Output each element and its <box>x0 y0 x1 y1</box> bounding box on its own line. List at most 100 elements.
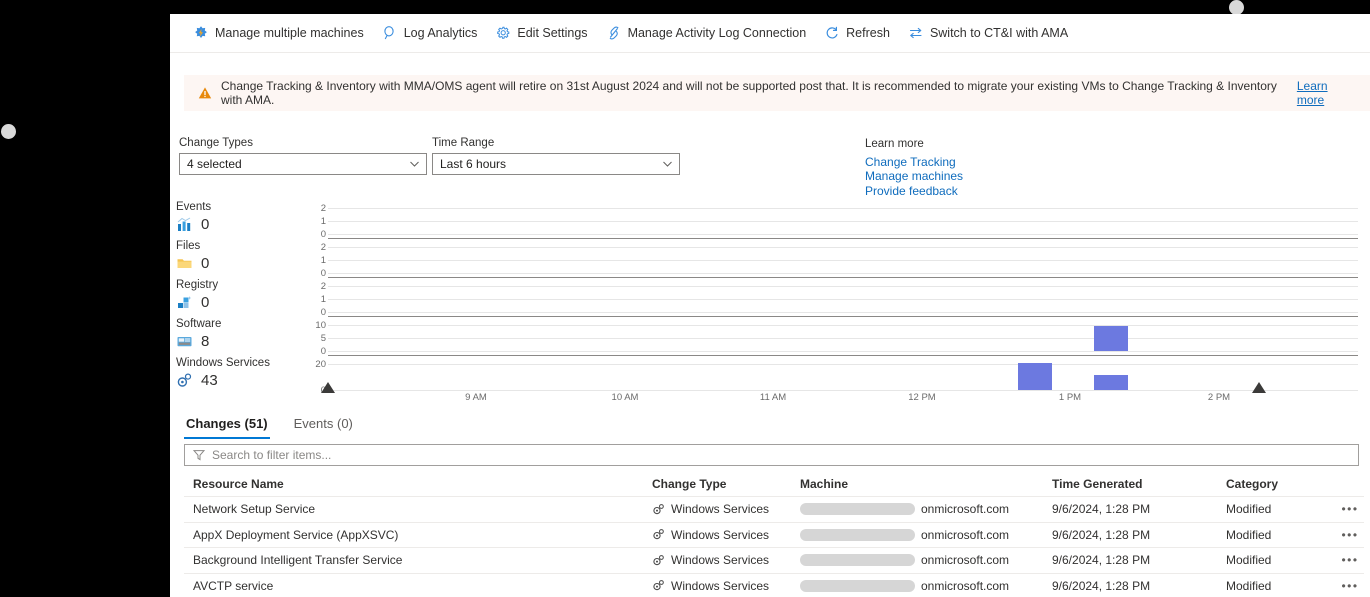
y-tick: 2 <box>320 242 326 253</box>
change-summary-chart: Events 0 Files 0 Registry 0 Software 8 W… <box>170 200 1370 405</box>
range-selector-end-handle[interactable] <box>1252 382 1266 393</box>
edit-settings-button[interactable]: Edit Settings <box>486 19 596 47</box>
link-manage-machines[interactable]: Manage machines <box>865 169 963 183</box>
row-actions-button[interactable]: ••• <box>1336 579 1364 593</box>
y-tick: 2 <box>320 281 326 292</box>
column-header-category[interactable]: Category <box>1226 477 1336 491</box>
banner-learn-more-link[interactable]: Learn more <box>1297 79 1356 107</box>
y-tick: 0 <box>320 346 326 357</box>
bar-windows-services-1305[interactable] <box>1094 375 1128 390</box>
cell-category: Modified <box>1226 527 1272 542</box>
time-range-label: Time Range <box>432 137 495 149</box>
cell-change-type-label: Windows Services <box>671 502 770 517</box>
redacted-machine-name <box>800 554 915 567</box>
cell-machine: onmicrosoft.com <box>800 502 1052 516</box>
cell-machine: onmicrosoft.com <box>800 553 1052 567</box>
results-tabs: Changes (51) Events (0) <box>184 412 355 439</box>
retirement-warning-banner: Change Tracking & Inventory with MMA/OMS… <box>184 75 1370 111</box>
x-tick: 1 PM <box>1058 392 1082 403</box>
switch-to-ctandi-label: Switch to CT&I with AMA <box>929 26 1069 40</box>
metric-registry-label: Registry <box>176 279 219 291</box>
metric-files[interactable]: Files 0 <box>176 239 296 272</box>
column-header-machine[interactable]: Machine <box>800 477 1052 491</box>
x-axis: 9 AM 10 AM 11 AM 12 PM 1 PM 2 PM <box>328 390 1358 405</box>
manage-activity-log-connection-button[interactable]: Manage Activity Log Connection <box>597 19 816 47</box>
change-types-dropdown[interactable]: 4 selected <box>179 153 427 175</box>
bar-software-1305[interactable] <box>1094 326 1128 351</box>
metric-registry-count: 0 <box>201 294 210 311</box>
change-tracking-panel: Manage multiple machines Log Analytics E… <box>170 14 1370 597</box>
left-resize-handle[interactable] <box>1 124 16 139</box>
registry-icon <box>176 294 193 311</box>
cell-time-generated: 9/6/2024, 1:28 PM <box>1052 527 1151 542</box>
filter-icon <box>193 449 205 461</box>
y-tick: 0 <box>320 268 326 279</box>
row-actions-button[interactable]: ••• <box>1336 528 1364 542</box>
cell-resource-name: AppX Deployment Service (AppXSVC) <box>193 527 399 542</box>
x-tick: 2 PM <box>1207 392 1231 403</box>
warning-icon <box>198 86 212 100</box>
table-row[interactable]: Network Setup Service Windows Services o… <box>184 497 1364 523</box>
refresh-button[interactable]: Refresh <box>815 19 899 47</box>
cell-category: Modified <box>1226 578 1272 593</box>
range-selector-start-handle[interactable] <box>321 382 335 393</box>
y-tick: 10 <box>315 320 326 331</box>
top-resize-handle[interactable] <box>1229 0 1244 15</box>
y-tick: 0 <box>320 307 326 318</box>
metric-software-label: Software <box>176 318 222 330</box>
metric-files-count: 0 <box>201 255 210 272</box>
metric-software[interactable]: Software 8 <box>176 317 296 350</box>
refresh-icon <box>824 25 840 41</box>
tab-events[interactable]: Events (0) <box>292 412 355 439</box>
cell-machine: onmicrosoft.com <box>800 528 1052 542</box>
services-icon <box>652 528 665 541</box>
redacted-machine-name <box>800 528 915 541</box>
link-change-tracking[interactable]: Change Tracking <box>865 155 963 169</box>
redacted-machine-name <box>800 579 915 592</box>
timeline-plot: 2 1 0 2 1 0 2 1 0 10 5 0 20 0 9 AM 10 AM… <box>290 200 1365 405</box>
cell-machine: onmicrosoft.com <box>800 579 1052 593</box>
manage-machines-icon <box>193 25 209 41</box>
metric-windows-services[interactable]: Windows Services 43 <box>176 356 296 389</box>
cell-resource-name: Network Setup Service <box>193 502 316 517</box>
time-range-dropdown[interactable]: Last 6 hours <box>432 153 680 175</box>
table-header-row: Resource Name Change Type Machine Time G… <box>184 472 1364 497</box>
link-icon <box>606 25 622 41</box>
table-row[interactable]: Background Intelligent Transfer Service … <box>184 548 1364 574</box>
table-row[interactable]: AVCTP service Windows Services onmicroso… <box>184 574 1364 597</box>
metric-registry[interactable]: Registry 0 <box>176 278 296 311</box>
cell-change-type: Windows Services <box>652 553 800 567</box>
log-analytics-label: Log Analytics <box>403 26 478 40</box>
x-tick: 12 PM <box>908 392 936 403</box>
cell-change-type: Windows Services <box>652 579 800 593</box>
manage-multiple-machines-button[interactable]: Manage multiple machines <box>184 19 373 47</box>
chevron-down-icon <box>662 159 673 170</box>
screen-root: Manage multiple machines Log Analytics E… <box>0 0 1370 597</box>
column-header-time-generated[interactable]: Time Generated <box>1052 477 1226 491</box>
log-analytics-button[interactable]: Log Analytics <box>373 19 487 47</box>
metric-events-count: 0 <box>201 216 210 233</box>
bar-windows-services-1250[interactable] <box>1018 363 1052 390</box>
search-placeholder: Search to filter items... <box>212 448 332 462</box>
y-tick: 1 <box>320 216 326 227</box>
metric-events[interactable]: Events 0 <box>176 200 296 233</box>
services-icon <box>652 579 665 592</box>
metric-files-label: Files <box>176 240 201 252</box>
x-tick: 9 AM <box>465 392 487 403</box>
cell-change-type-label: Windows Services <box>671 527 770 542</box>
tab-changes[interactable]: Changes (51) <box>184 412 270 439</box>
switch-to-ctandi-with-ama-button[interactable]: Switch to CT&I with AMA <box>899 19 1077 47</box>
row-actions-button[interactable]: ••• <box>1336 502 1364 516</box>
column-header-change-type[interactable]: Change Type <box>652 477 800 491</box>
column-header-resource-name[interactable]: Resource Name <box>184 477 652 491</box>
table-row[interactable]: AppX Deployment Service (AppXSVC) Window… <box>184 523 1364 548</box>
link-provide-feedback[interactable]: Provide feedback <box>865 184 963 198</box>
row-actions-button[interactable]: ••• <box>1336 553 1364 567</box>
x-tick: 10 AM <box>611 392 639 403</box>
x-tick: 11 AM <box>759 392 787 403</box>
cell-change-type: Windows Services <box>652 528 800 542</box>
services-icon <box>176 372 193 389</box>
gear-icon <box>495 25 511 41</box>
cell-time-generated: 9/6/2024, 1:28 PM <box>1052 578 1151 593</box>
search-filter-input[interactable]: Search to filter items... <box>184 444 1359 466</box>
